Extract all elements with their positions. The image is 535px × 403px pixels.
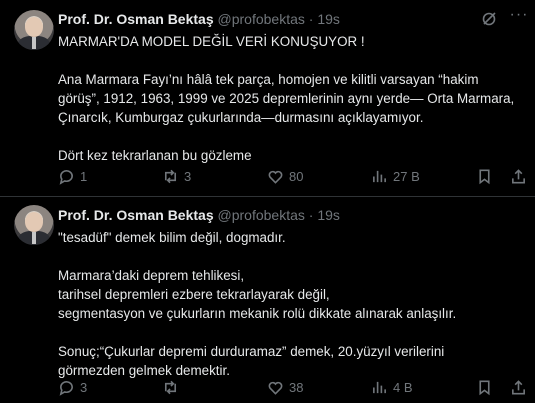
repost-count: 3 bbox=[184, 168, 192, 184]
post-actions: 3 38 4 B bbox=[58, 377, 528, 397]
grok-icon[interactable] bbox=[481, 11, 497, 27]
views-count: 4 B bbox=[393, 379, 413, 395]
views-button[interactable]: 4 B bbox=[371, 377, 413, 397]
post-1[interactable]: Prof. Dr. Osman Bektaş @profobektas · 19… bbox=[0, 0, 535, 197]
share-button[interactable] bbox=[510, 166, 527, 186]
share-icon bbox=[512, 379, 525, 394]
bookmark-button[interactable] bbox=[476, 377, 493, 397]
bookmark-icon bbox=[479, 380, 490, 395]
author-handle[interactable]: @profobektas bbox=[218, 11, 305, 27]
share-icon bbox=[512, 168, 525, 183]
author-avatar[interactable] bbox=[14, 10, 54, 50]
reply-count: 1 bbox=[80, 168, 88, 184]
separator-dot: · bbox=[308, 207, 314, 223]
author-name[interactable]: Prof. Dr. Osman Bektaş bbox=[58, 207, 214, 223]
reply-icon bbox=[59, 380, 73, 396]
author-handle[interactable]: @profobektas bbox=[218, 207, 305, 223]
like-icon bbox=[268, 381, 283, 395]
reply-button[interactable]: 3 bbox=[58, 377, 87, 397]
post-header: Prof. Dr. Osman Bektaş @profobektas · 19… bbox=[58, 10, 340, 28]
post-line: Çınarcık, Kumburgaz çukurlarında—durması… bbox=[58, 110, 424, 125]
post-text: MARMAR'DA MODEL DEĞİL VERİ KONUŞUYOR ! A… bbox=[58, 32, 528, 165]
post-actions: 1 3 80 27 B bbox=[58, 166, 528, 186]
post-header: Prof. Dr. Osman Bektaş @profobektas · 19… bbox=[58, 206, 340, 224]
post-line: tarihsel depremleri ezbere tekrarlayarak… bbox=[58, 287, 330, 302]
post-line: segmentasyon ve çukurların mekanik rolü … bbox=[58, 306, 457, 321]
post-time[interactable]: 19s bbox=[317, 207, 340, 223]
views-count: 27 B bbox=[393, 168, 420, 184]
post-line: MARMAR'DA MODEL DEĞİL VERİ KONUŞUYOR ! bbox=[58, 34, 365, 49]
views-button[interactable]: 27 B bbox=[371, 166, 420, 186]
like-button[interactable]: 80 bbox=[267, 166, 303, 186]
reply-count: 3 bbox=[80, 379, 88, 395]
like-icon bbox=[268, 170, 283, 184]
post-line: "tesadüf" demek bilim değil, dogmadır. bbox=[58, 230, 286, 245]
separator-dot: · bbox=[308, 11, 314, 27]
post-2[interactable]: Prof. Dr. Osman Bektaş @profobektas · 19… bbox=[0, 197, 535, 403]
author-avatar[interactable] bbox=[14, 205, 54, 245]
reply-icon bbox=[59, 169, 73, 185]
post-text: "tesadüf" demek bilim değil, dogmadır. M… bbox=[58, 228, 528, 380]
post-line: Dört kez tekrarlanan bu gözleme bbox=[58, 148, 252, 163]
views-icon bbox=[373, 170, 386, 182]
bookmark-icon bbox=[479, 169, 490, 184]
like-button[interactable]: 38 bbox=[267, 377, 303, 397]
post-line: görüş”, 1912, 1963, 1999 ve 2025 depreml… bbox=[58, 91, 515, 106]
share-button[interactable] bbox=[510, 377, 527, 397]
repost-button[interactable] bbox=[162, 377, 184, 397]
author-name[interactable]: Prof. Dr. Osman Bektaş bbox=[58, 11, 214, 27]
views-icon bbox=[373, 381, 386, 393]
repost-icon bbox=[164, 380, 177, 394]
reply-button[interactable]: 1 bbox=[58, 166, 87, 186]
post-line: Sonuç;“Çukurlar depremi durduramaz” deme… bbox=[58, 344, 445, 359]
more-icon[interactable]: ··· bbox=[509, 7, 529, 26]
post-line: Ana Marmara Fayı’nı hâlâ tek parça, homo… bbox=[58, 72, 479, 87]
bookmark-button[interactable] bbox=[476, 166, 493, 186]
like-count: 80 bbox=[289, 168, 304, 184]
like-count: 38 bbox=[289, 379, 304, 395]
repost-button[interactable]: 3 bbox=[162, 166, 191, 186]
repost-icon bbox=[164, 169, 177, 183]
post-time[interactable]: 19s bbox=[317, 11, 340, 27]
post-line: Marmara’daki deprem tehlikesi, bbox=[58, 268, 245, 283]
